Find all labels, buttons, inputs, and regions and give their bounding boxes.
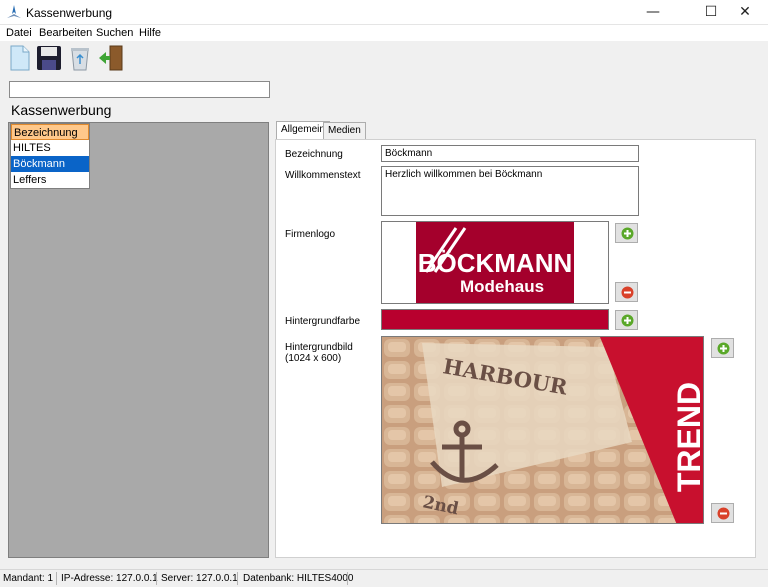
willkommenstext-field[interactable]: Herzlich willkommen bei Böckmann	[381, 166, 639, 216]
label-bezeichnung: Bezeichnung	[285, 149, 343, 160]
plus-icon	[621, 314, 634, 327]
list-item[interactable]: HILTES	[11, 140, 89, 156]
status-separator	[156, 572, 157, 585]
minus-icon	[621, 286, 634, 299]
tab-allgemein[interactable]: Allgemein	[276, 121, 330, 140]
add-color-button[interactable]	[615, 310, 638, 330]
app-icon	[7, 5, 21, 18]
panel-heading: Kassenwerbung	[11, 102, 112, 118]
remove-logo-button[interactable]	[615, 282, 638, 302]
label-hintergrundbild-size: (1024 x 600)	[285, 353, 342, 364]
recycle-bin-icon[interactable]	[66, 44, 94, 72]
tab-medien[interactable]: Medien	[323, 122, 366, 139]
status-bar: Mandant: 1 IP-Adresse: 127.0.0.1 Server:…	[0, 569, 768, 587]
logo-text-main: BÖCKMANN	[418, 248, 573, 278]
entries-list[interactable]: Bezeichnung HILTES Böckmann Leffers	[10, 123, 90, 189]
search-input[interactable]	[9, 81, 270, 98]
remove-background-button[interactable]	[711, 503, 734, 523]
status-separator	[56, 572, 57, 585]
harbour-trend-image: HARBOUR 2nd TREND	[382, 337, 704, 523]
list-item-selected[interactable]: Böckmann	[11, 156, 89, 172]
status-server: Server: 127.0.0.1	[161, 573, 238, 584]
menu-suchen[interactable]: Suchen	[96, 27, 133, 39]
add-background-button[interactable]	[711, 338, 734, 358]
list-item[interactable]: Leffers	[11, 172, 89, 188]
hintergrundfarbe-swatch[interactable]	[381, 309, 609, 330]
bg-text-trend: TREND	[671, 382, 704, 492]
menu-bar: Datei Bearbeiten Suchen Hilfe	[0, 25, 768, 41]
plus-icon	[717, 342, 730, 355]
label-firmenlogo: Firmenlogo	[285, 229, 336, 240]
new-document-icon[interactable]	[6, 44, 34, 72]
add-logo-button[interactable]	[615, 223, 638, 243]
menu-bearbeiten[interactable]: Bearbeiten	[39, 27, 92, 39]
hintergrundbild-image: HARBOUR 2nd TREND	[381, 336, 704, 524]
boeckmann-logo: BÖCKMANN Modehaus	[416, 222, 574, 303]
bezeichnung-field[interactable]: Böckmann	[381, 145, 639, 162]
menu-datei[interactable]: Datei	[6, 27, 32, 39]
firmenlogo-image: BÖCKMANN Modehaus	[381, 221, 609, 304]
toolbar	[0, 42, 768, 76]
menu-hilfe[interactable]: Hilfe	[139, 27, 161, 39]
status-ip: IP-Adresse: 127.0.0.1	[61, 573, 158, 584]
label-willkommenstext: Willkommenstext	[285, 170, 361, 181]
minus-icon	[717, 507, 730, 520]
status-separator	[237, 572, 238, 585]
status-datenbank: Datenbank: HILTES4000	[243, 573, 354, 584]
column-header-bezeichnung[interactable]: Bezeichnung	[11, 124, 89, 140]
label-hintergrundbild: Hintergrundbild	[285, 342, 353, 353]
status-separator	[347, 572, 348, 585]
save-icon[interactable]	[35, 44, 63, 72]
logo-text-sub: Modehaus	[460, 277, 544, 296]
minimize-icon[interactable]: —	[630, 0, 676, 25]
window-title: Kassenwerbung	[26, 6, 113, 20]
close-icon[interactable]: ✕	[722, 0, 768, 25]
exit-door-icon[interactable]	[97, 44, 125, 72]
status-mandant: Mandant: 1	[3, 573, 54, 584]
plus-icon	[621, 227, 634, 240]
title-bar: Kassenwerbung — ☐ ✕	[0, 0, 768, 25]
label-hintergrundfarbe: Hintergrundfarbe	[285, 316, 361, 327]
